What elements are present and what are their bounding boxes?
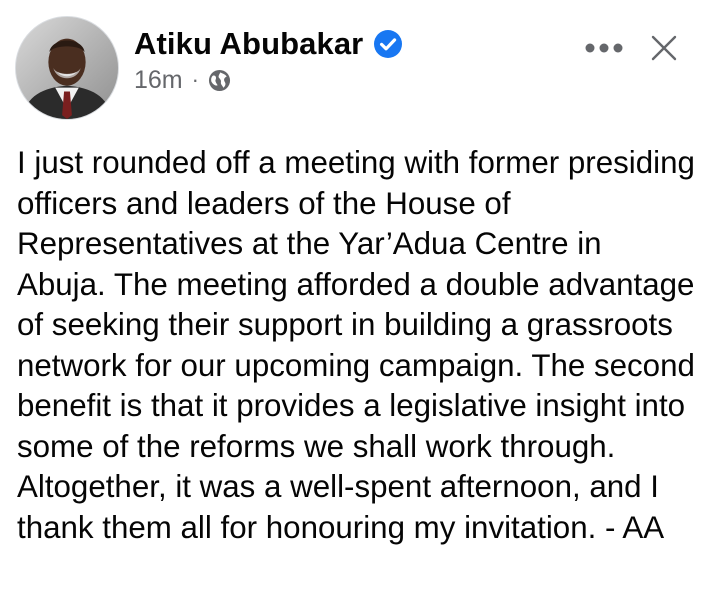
facebook-post: Atiku Abubakar 16m · I just rounded off …: [0, 0, 701, 616]
author-name-row: Atiku Abubakar: [134, 24, 403, 64]
author-avatar[interactable]: [15, 16, 119, 120]
profile-photo: [16, 17, 118, 119]
meta-separator: ·: [191, 67, 199, 92]
post-meta: 16m ·: [134, 64, 231, 96]
author-name[interactable]: Atiku Abubakar: [134, 24, 363, 64]
more-options-button[interactable]: [582, 30, 626, 66]
post-header: Atiku Abubakar 16m ·: [0, 0, 701, 120]
post-text: I just rounded off a meeting with former…: [17, 145, 695, 545]
more-options-icon: [585, 43, 623, 53]
close-icon: [651, 35, 677, 61]
verified-badge-icon: [373, 29, 403, 59]
globe-icon[interactable]: [208, 69, 231, 92]
close-post-button[interactable]: [644, 28, 684, 68]
post-timestamp[interactable]: 16m: [134, 64, 183, 96]
